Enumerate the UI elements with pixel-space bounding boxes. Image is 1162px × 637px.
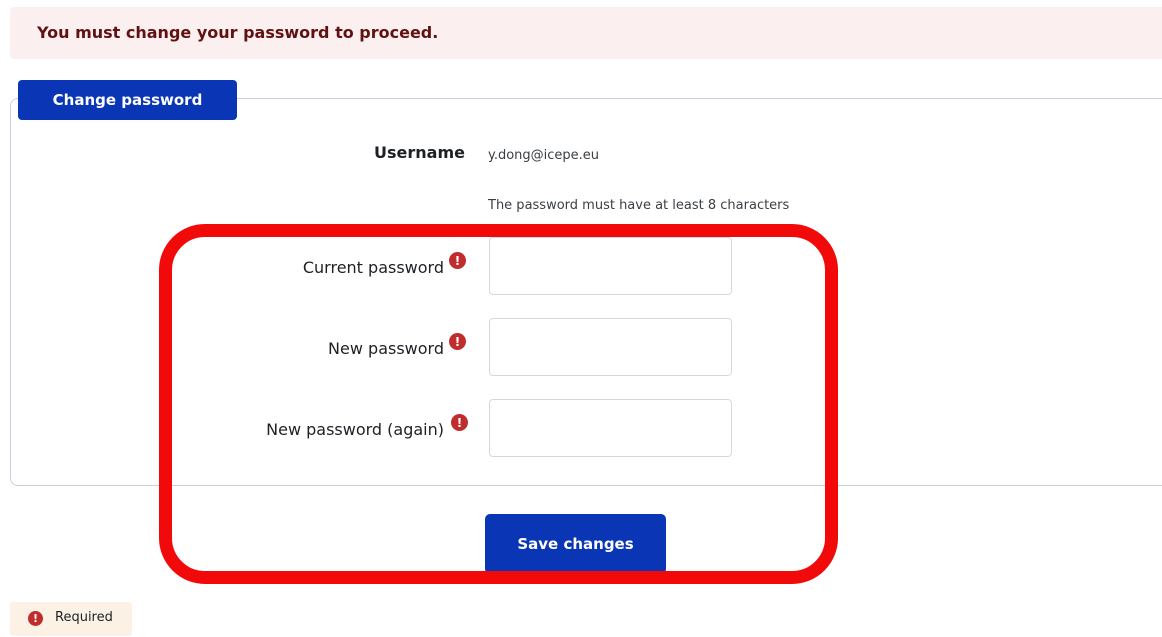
required-legend: ! Required: [10, 602, 132, 636]
current-password-input[interactable]: [489, 237, 732, 295]
new-password-label: New password: [328, 339, 444, 358]
required-icon: !: [28, 611, 43, 626]
username-value: y.dong@icepe.eu: [488, 148, 600, 163]
new-password-input[interactable]: [489, 318, 732, 376]
password-change-alert: You must change your password to proceed…: [10, 7, 1162, 59]
required-icon: !: [451, 414, 468, 431]
required-legend-label: Required: [55, 610, 113, 625]
save-changes-button[interactable]: Save changes: [485, 514, 666, 574]
new-password-again-input[interactable]: [489, 399, 732, 457]
password-policy-text: The password must have at least 8 charac…: [488, 198, 790, 213]
current-password-label: Current password: [302, 258, 444, 277]
fieldset-legend[interactable]: Change password: [18, 80, 237, 120]
required-icon: !: [449, 333, 466, 350]
new-password-again-label: New password (again): [266, 420, 444, 439]
alert-message: You must change your password to proceed…: [37, 23, 439, 42]
required-icon: !: [449, 252, 466, 269]
username-label: Username: [374, 143, 465, 162]
